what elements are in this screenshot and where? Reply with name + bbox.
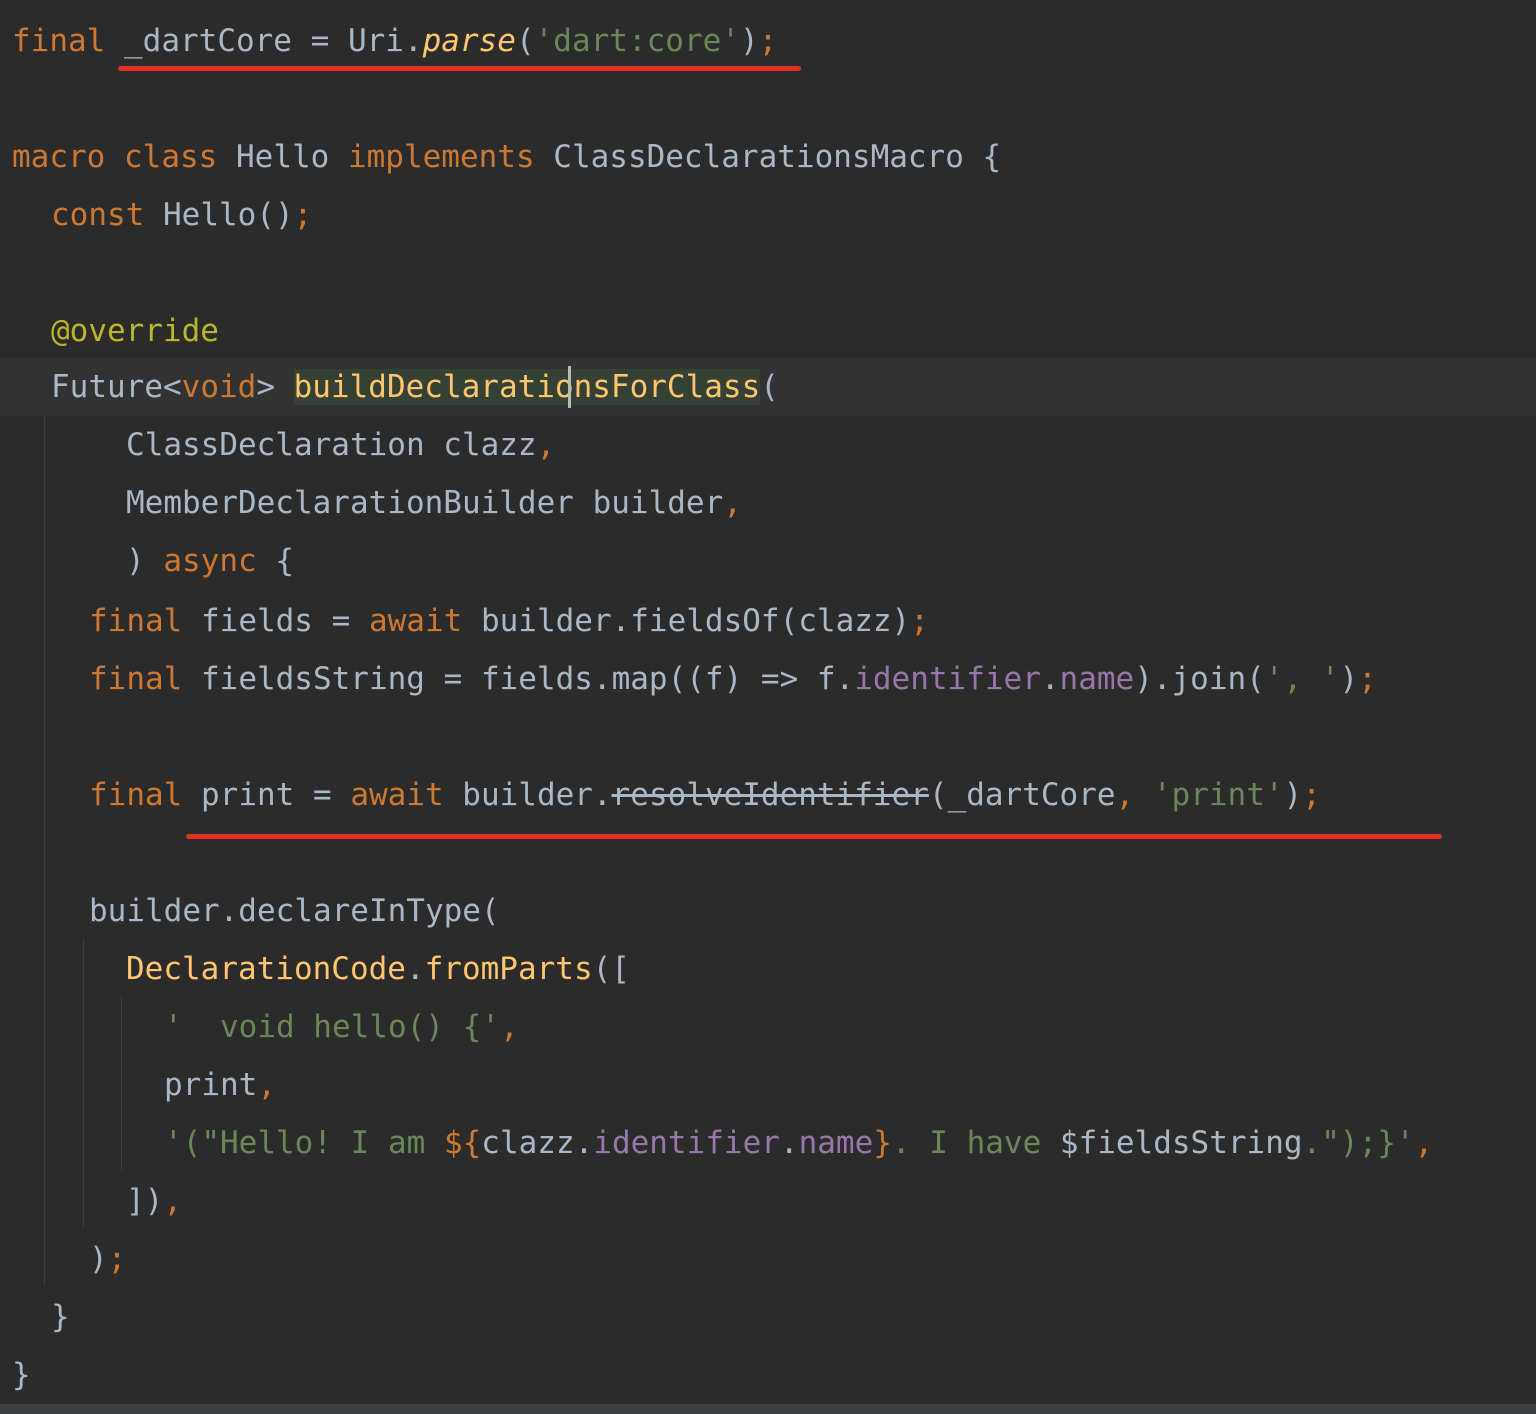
editor-bottom-edge xyxy=(0,1404,1536,1414)
keyword: const xyxy=(51,197,145,233)
red-annotation-underline xyxy=(186,834,1442,839)
string-literal: 'dart:core' xyxy=(534,23,740,59)
keyword: implements xyxy=(347,139,535,175)
keyword: class xyxy=(124,139,218,175)
indent-guide xyxy=(121,996,122,1170)
code-line-19[interactable]: print, xyxy=(164,1056,276,1114)
keyword: await xyxy=(350,777,444,813)
keyword: void xyxy=(181,369,257,405)
indent-guide xyxy=(44,416,45,1286)
code-line-9[interactable]: MemberDeclarationBuilder builder, xyxy=(126,474,742,532)
string-literal: ', ' xyxy=(1264,661,1340,697)
code-editor[interactable]: final _dartCore = Uri.parse('dart:core')… xyxy=(0,0,1536,1414)
code-line-12[interactable]: final fieldsString = fields.map((f) => f… xyxy=(89,650,1377,708)
keyword: final xyxy=(89,661,183,697)
indent-guide xyxy=(83,938,84,1228)
code-line-8[interactable]: ClassDeclaration clazz, xyxy=(126,416,555,474)
keyword: final xyxy=(12,23,106,59)
code-line-14[interactable]: final print = await builder.resolveIdent… xyxy=(89,766,1321,824)
field-ref: identifier xyxy=(593,1125,780,1161)
code-line-10[interactable]: ) async { xyxy=(126,532,294,590)
annotation: @override xyxy=(51,313,219,349)
method-name: onsForClass xyxy=(554,369,761,405)
method-name: buildDeclarati xyxy=(293,369,555,405)
keyword: macro xyxy=(12,139,106,175)
code-line-21[interactable]: ]), xyxy=(126,1172,182,1230)
code-line-23[interactable]: } xyxy=(51,1288,70,1346)
code-line-17[interactable]: DeclarationCode.fromParts([ xyxy=(126,940,630,998)
field-ref: name xyxy=(1059,661,1135,697)
code-line-20[interactable]: '("Hello! I am ${clazz.identifier.name}.… xyxy=(164,1114,1433,1172)
field-ref: name xyxy=(798,1125,874,1161)
method-call: fromParts xyxy=(424,951,593,987)
keyword: final xyxy=(89,603,183,639)
code-line-6[interactable]: @override xyxy=(51,302,219,360)
class-ref: DeclarationCode xyxy=(126,951,406,987)
string-literal: ' void hello() {' xyxy=(164,1009,500,1045)
code-line-16[interactable]: builder.declareInType( xyxy=(89,882,500,940)
string-literal: 'print' xyxy=(1152,777,1284,813)
field-ref: identifier xyxy=(854,661,1041,697)
red-annotation-underline xyxy=(118,66,801,71)
deprecated-method: resolveIdentifier xyxy=(611,777,929,813)
keyword: async xyxy=(163,543,257,579)
code-line-22[interactable]: ); xyxy=(89,1230,126,1288)
code-line-7[interactable]: Future<void> buildDeclarationsForClass( xyxy=(51,358,779,416)
code-line-3[interactable]: macro class Hello implements ClassDeclar… xyxy=(12,128,1001,186)
method-call: parse xyxy=(422,23,516,59)
code-line-11[interactable]: final fields = await builder.fieldsOf(cl… xyxy=(89,592,929,650)
code-line-1[interactable]: final _dartCore = Uri.parse('dart:core')… xyxy=(12,12,777,70)
code-line-4[interactable]: const Hello(); xyxy=(51,186,312,244)
keyword: final xyxy=(89,777,183,813)
text-caret xyxy=(568,366,571,408)
code-line-18[interactable]: ' void hello() {', xyxy=(164,998,519,1056)
keyword: await xyxy=(368,603,463,639)
identifier-dartcore: _dartCore xyxy=(124,23,292,59)
string-literal: '("Hello! I am xyxy=(164,1125,444,1161)
interpolated-variable: $fieldsString xyxy=(1059,1125,1303,1161)
code-line-24[interactable]: } xyxy=(12,1346,31,1404)
